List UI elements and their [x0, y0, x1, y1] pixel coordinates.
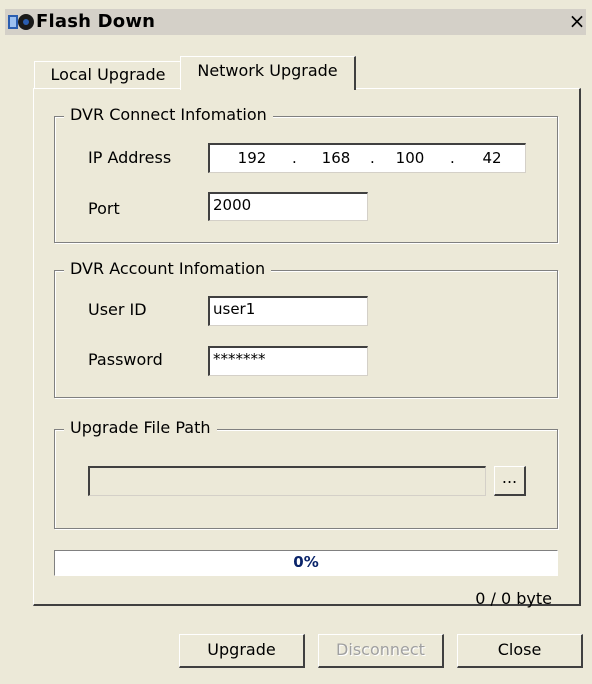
ip-octet-2: 168	[321, 149, 351, 167]
browse-button[interactable]: ...	[494, 466, 526, 496]
ip-octet-4: 42	[482, 149, 502, 167]
flash-down-dialog: Flash Down × Local Upgrade Network Upgra…	[0, 0, 592, 684]
window-title: Flash Down	[36, 11, 156, 32]
tab-network-upgrade[interactable]: Network Upgrade	[180, 56, 356, 90]
upgrade-progress-bar: 0%	[54, 550, 558, 576]
app-icon	[8, 14, 34, 30]
dvr-account-group-title: DVR Account Infomation	[64, 259, 272, 278]
dvr-account-group	[54, 270, 558, 398]
password-field[interactable]: *******	[208, 346, 368, 376]
ip-address-field[interactable]: 192 . 168 . 100 . 42	[208, 143, 526, 173]
close-button[interactable]: Close	[457, 634, 583, 668]
disconnect-button[interactable]: Disconnect	[318, 634, 444, 668]
dvr-connect-group	[54, 116, 558, 243]
upgrade-button[interactable]: Upgrade	[179, 634, 305, 668]
upgrade-file-path-field[interactable]	[88, 466, 486, 496]
user-id-field[interactable]: user1	[208, 296, 368, 326]
port-field[interactable]: 2000	[208, 192, 368, 221]
progress-percent-text: 0%	[293, 553, 319, 571]
ip-octet-3: 100	[395, 149, 425, 167]
ip-separator: .	[370, 149, 375, 167]
ip-separator: .	[292, 149, 297, 167]
ip-octet-1: 192	[237, 149, 267, 167]
dvr-connect-group-title: DVR Connect Infomation	[64, 105, 273, 124]
close-icon[interactable]: ×	[568, 11, 586, 32]
ip-separator: .	[450, 149, 455, 167]
tab-local-upgrade[interactable]: Local Upgrade	[34, 61, 182, 89]
bytes-transferred-text: 0 / 0 byte	[475, 589, 552, 608]
upgrade-file-group-title: Upgrade File Path	[64, 418, 217, 437]
